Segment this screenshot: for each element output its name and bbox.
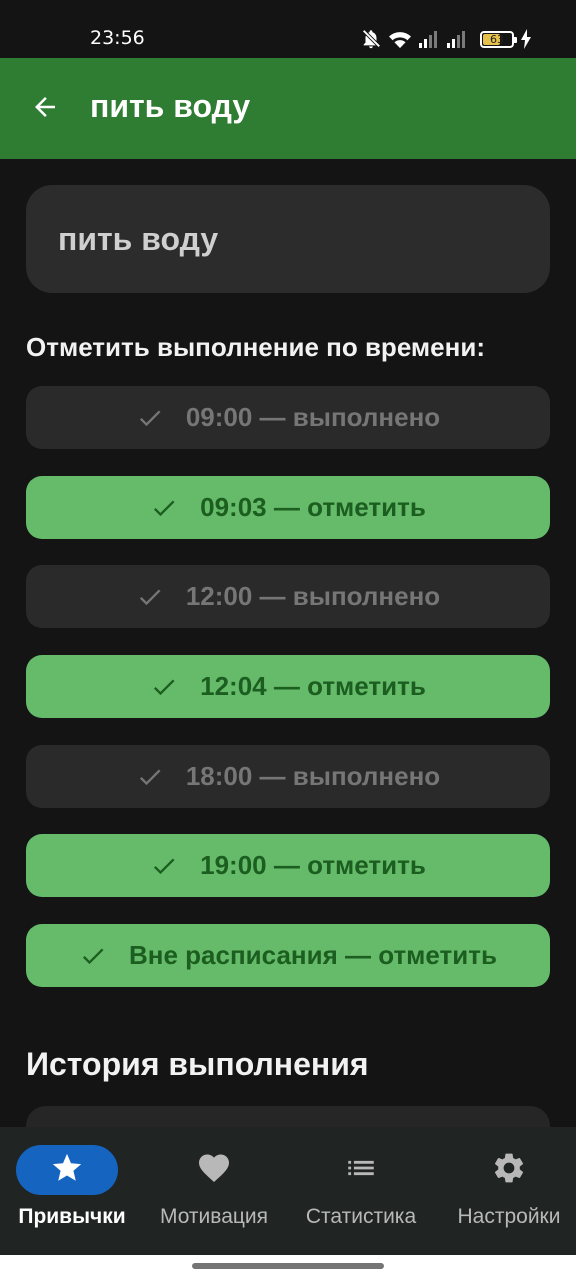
nav-label: Настройки: [457, 1205, 561, 1228]
time-slot-label: 09:03 — отметить: [200, 492, 426, 522]
time-slot-button[interactable]: 09:03 — отметить: [26, 476, 550, 539]
gesture-handle[interactable]: [192, 1263, 384, 1269]
signal-icon: [446, 29, 468, 49]
time-slot-label: 19:00 — отметить: [200, 850, 426, 880]
nav-item-motivation[interactable]: Мотивация: [142, 1127, 286, 1255]
star-icon: [50, 1151, 84, 1190]
nav-label: Привычки: [18, 1205, 126, 1228]
nav-label: Мотивация: [159, 1205, 269, 1228]
history-title: История выполнения: [26, 1046, 369, 1082]
battery-level-text: 63: [490, 32, 504, 46]
arrow-back-icon: [30, 92, 60, 127]
check-icon: [136, 763, 164, 791]
heart-icon: [196, 1150, 232, 1191]
time-slot-label: 12:04 — отметить: [200, 671, 426, 701]
page-title: пить воду: [90, 88, 251, 124]
check-icon: [136, 583, 164, 611]
off-schedule-button[interactable]: Вне расписания — отметить: [26, 924, 550, 987]
bottom-navigation: Привычки Мотивация Статистика Настройки: [0, 1127, 576, 1255]
check-icon: [150, 673, 178, 701]
battery-icon: 63: [480, 30, 517, 48]
status-time: 23:56: [90, 27, 145, 49]
app-bar: пить воду: [0, 58, 576, 159]
nav-item-settings[interactable]: Настройки: [437, 1127, 576, 1255]
back-button[interactable]: [22, 86, 68, 132]
nav-item-statistics[interactable]: Статистика: [289, 1127, 433, 1255]
status-icons: 63: [360, 27, 532, 51]
check-icon: [150, 852, 178, 880]
check-icon: [136, 404, 164, 432]
bell-muted-icon: [360, 28, 382, 50]
list-icon: [344, 1151, 378, 1190]
habit-name-card: пить воду: [26, 185, 550, 293]
time-slot-label: 12:00 — выполнено: [185, 581, 441, 611]
off-schedule-label: Вне расписания — отметить: [129, 940, 497, 970]
signal-icon: [418, 29, 440, 49]
wifi-icon: [388, 28, 412, 50]
nav-label: Статистика: [305, 1205, 417, 1228]
time-slot-button[interactable]: 18:00 — выполнено: [26, 745, 550, 808]
nav-active-indicator: [16, 1145, 118, 1195]
status-bar: 23:56 63: [0, 0, 576, 58]
nav-item-habits[interactable]: Привычки: [0, 1127, 144, 1255]
time-slot-button[interactable]: 12:00 — выполнено: [26, 565, 550, 628]
charging-icon: [520, 29, 532, 49]
habit-name: пить воду: [58, 221, 219, 257]
time-slot-label: 18:00 — выполнено: [185, 761, 441, 791]
time-slot-button[interactable]: 12:04 — отметить: [26, 655, 550, 718]
schedule-section-label: Отметить выполнение по времени:: [26, 332, 485, 362]
gesture-area: [0, 1255, 576, 1280]
check-icon: [79, 942, 107, 970]
time-slot-button[interactable]: 09:00 — выполнено: [26, 386, 550, 449]
time-slot-label: 09:00 — выполнено: [185, 402, 441, 432]
time-slot-button[interactable]: 19:00 — отметить: [26, 834, 550, 897]
gear-icon: [491, 1150, 527, 1191]
check-icon: [150, 494, 178, 522]
